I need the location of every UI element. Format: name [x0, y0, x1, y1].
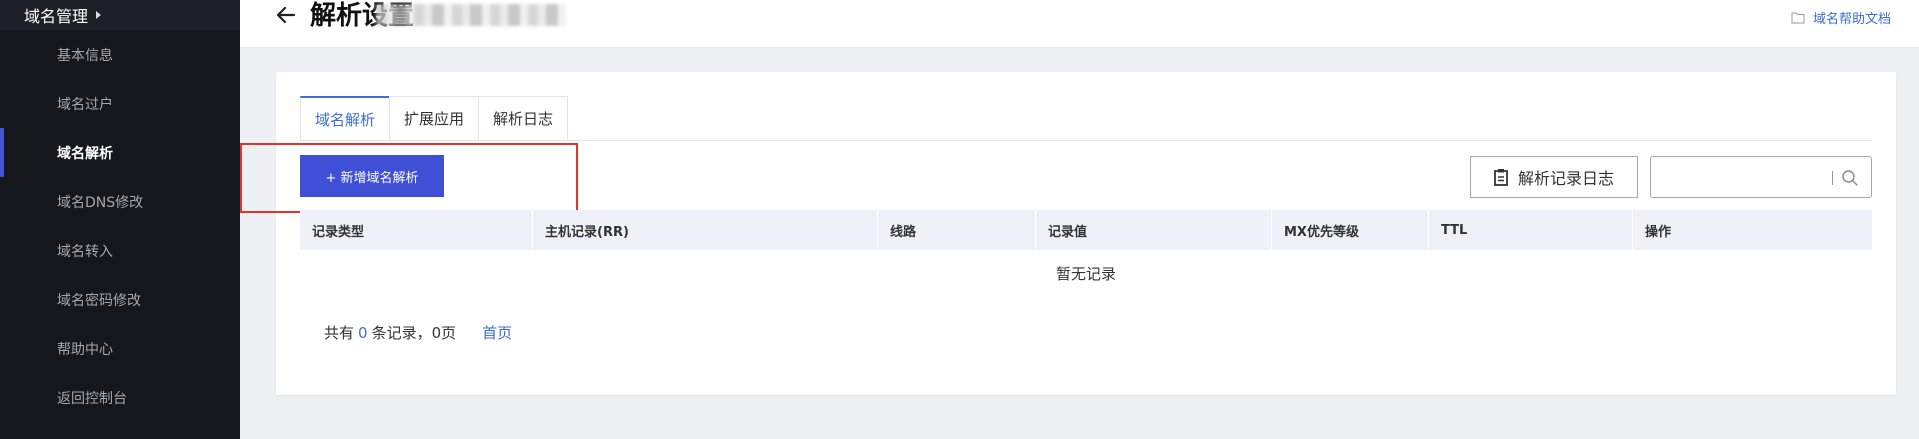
tab-bar: 域名解析 扩展应用 解析日志 [300, 96, 569, 141]
sidebar-item-label: 基本信息 [57, 47, 113, 64]
sidebar-item-label: 域名过户 [57, 96, 113, 113]
add-dns-record-button[interactable]: + 新增域名解析 [300, 155, 444, 197]
search-input[interactable] [1659, 165, 1829, 189]
col-record-type: 记录类型 [300, 210, 533, 250]
col-mx-priority: MX优先等级 [1272, 210, 1429, 250]
col-ttl: TTL [1429, 210, 1633, 250]
clipboard-icon [1494, 169, 1508, 186]
record-log-button[interactable]: 解析记录日志 [1470, 156, 1638, 198]
col-actions: 操作 [1645, 224, 1672, 240]
sidebar-item-dns-resolution[interactable]: 域名解析 [0, 128, 240, 177]
tabs-divider [300, 140, 1872, 141]
sidebar-item-label: 域名密码修改 [57, 292, 141, 309]
first-page-link[interactable]: 首页 [482, 322, 512, 343]
sidebar-item-transfer-owner[interactable]: 域名过户 [0, 79, 240, 128]
sidebar-item-label: 帮助中心 [57, 341, 113, 358]
main-card: 域名解析 扩展应用 解析日志 + 新增域名解析 解析记录日志 记录类型 主机记录… [240, 72, 1896, 395]
col-record-value: 记录值 [1036, 210, 1272, 250]
sidebar-item-dns-modify[interactable]: 域名DNS修改 [0, 177, 240, 226]
sidebar-item-transfer-in[interactable]: 域名转入 [0, 226, 240, 275]
table-header: 记录类型 主机记录(RR) 线路 记录值 MX优先等级 TTL 操作 [300, 210, 1872, 250]
pagination-summary: 共有 0 条记录，0页 首页 [324, 322, 512, 343]
sidebar-item-back-console[interactable]: 返回控制台 [0, 373, 240, 422]
sidebar-header-label: 域名管理 [24, 7, 89, 26]
help-doc-label: 域名帮助文档 [1812, 12, 1891, 27]
sidebar-item-label: 域名转入 [57, 243, 113, 260]
record-log-label: 解析记录日志 [1517, 169, 1614, 188]
search-separator [1832, 171, 1833, 185]
redacted-domain [376, 4, 566, 26]
help-doc-link[interactable]: 域名帮助文档 [1791, 8, 1891, 27]
pagination-prefix: 共有 [324, 324, 355, 342]
topbar: 解析设置 域名帮助文档 [240, 0, 1919, 48]
tab-label: 解析日志 [493, 110, 554, 128]
sidebar-item-help-center[interactable]: 帮助中心 [0, 324, 240, 373]
col-line: 线路 [878, 210, 1036, 250]
sidebar-item-label: 域名解析 [57, 145, 113, 162]
empty-state: 暂无记录 [1055, 264, 1116, 283]
sidebar-item-basic-info[interactable]: 基本信息 [0, 30, 240, 79]
record-count: 0 [358, 323, 368, 342]
tab-dns-resolution[interactable]: 域名解析 [300, 96, 390, 141]
search-box [1650, 156, 1872, 198]
tab-resolution-log[interactable]: 解析日志 [478, 96, 569, 141]
sidebar-item-label: 返回控制台 [57, 390, 127, 407]
tab-label: 域名解析 [315, 110, 376, 129]
sidebar-item-password-modify[interactable]: 域名密码修改 [0, 275, 240, 324]
pagination-suffix: 条记录，0页 [371, 324, 457, 342]
back-arrow-icon[interactable] [274, 2, 298, 28]
search-icon[interactable] [1841, 169, 1859, 187]
app-root: 域名管理 基本信息 域名过户 域名解析 域名DNS修改 域名转入 域名密码修改 … [0, 0, 1919, 439]
tab-label: 扩展应用 [404, 110, 465, 128]
tab-extended-apps[interactable]: 扩展应用 [389, 96, 479, 141]
dns-record-table: 记录类型 主机记录(RR) 线路 记录值 MX优先等级 TTL 操作 暂无记录 [300, 210, 1872, 296]
sidebar: 域名管理 基本信息 域名过户 域名解析 域名DNS修改 域名转入 域名密码修改 … [0, 0, 240, 439]
col-host-record: 主机记录(RR) [533, 210, 878, 250]
sidebar-header[interactable]: 域名管理 [0, 0, 240, 30]
caret-right-icon [96, 11, 102, 19]
sidebar-item-label: 域名DNS修改 [57, 194, 144, 211]
sidebar-submenu: 基本信息 域名过户 域名解析 域名DNS修改 域名转入 域名密码修改 帮助中心 … [0, 30, 240, 439]
folder-icon [1791, 12, 1805, 24]
